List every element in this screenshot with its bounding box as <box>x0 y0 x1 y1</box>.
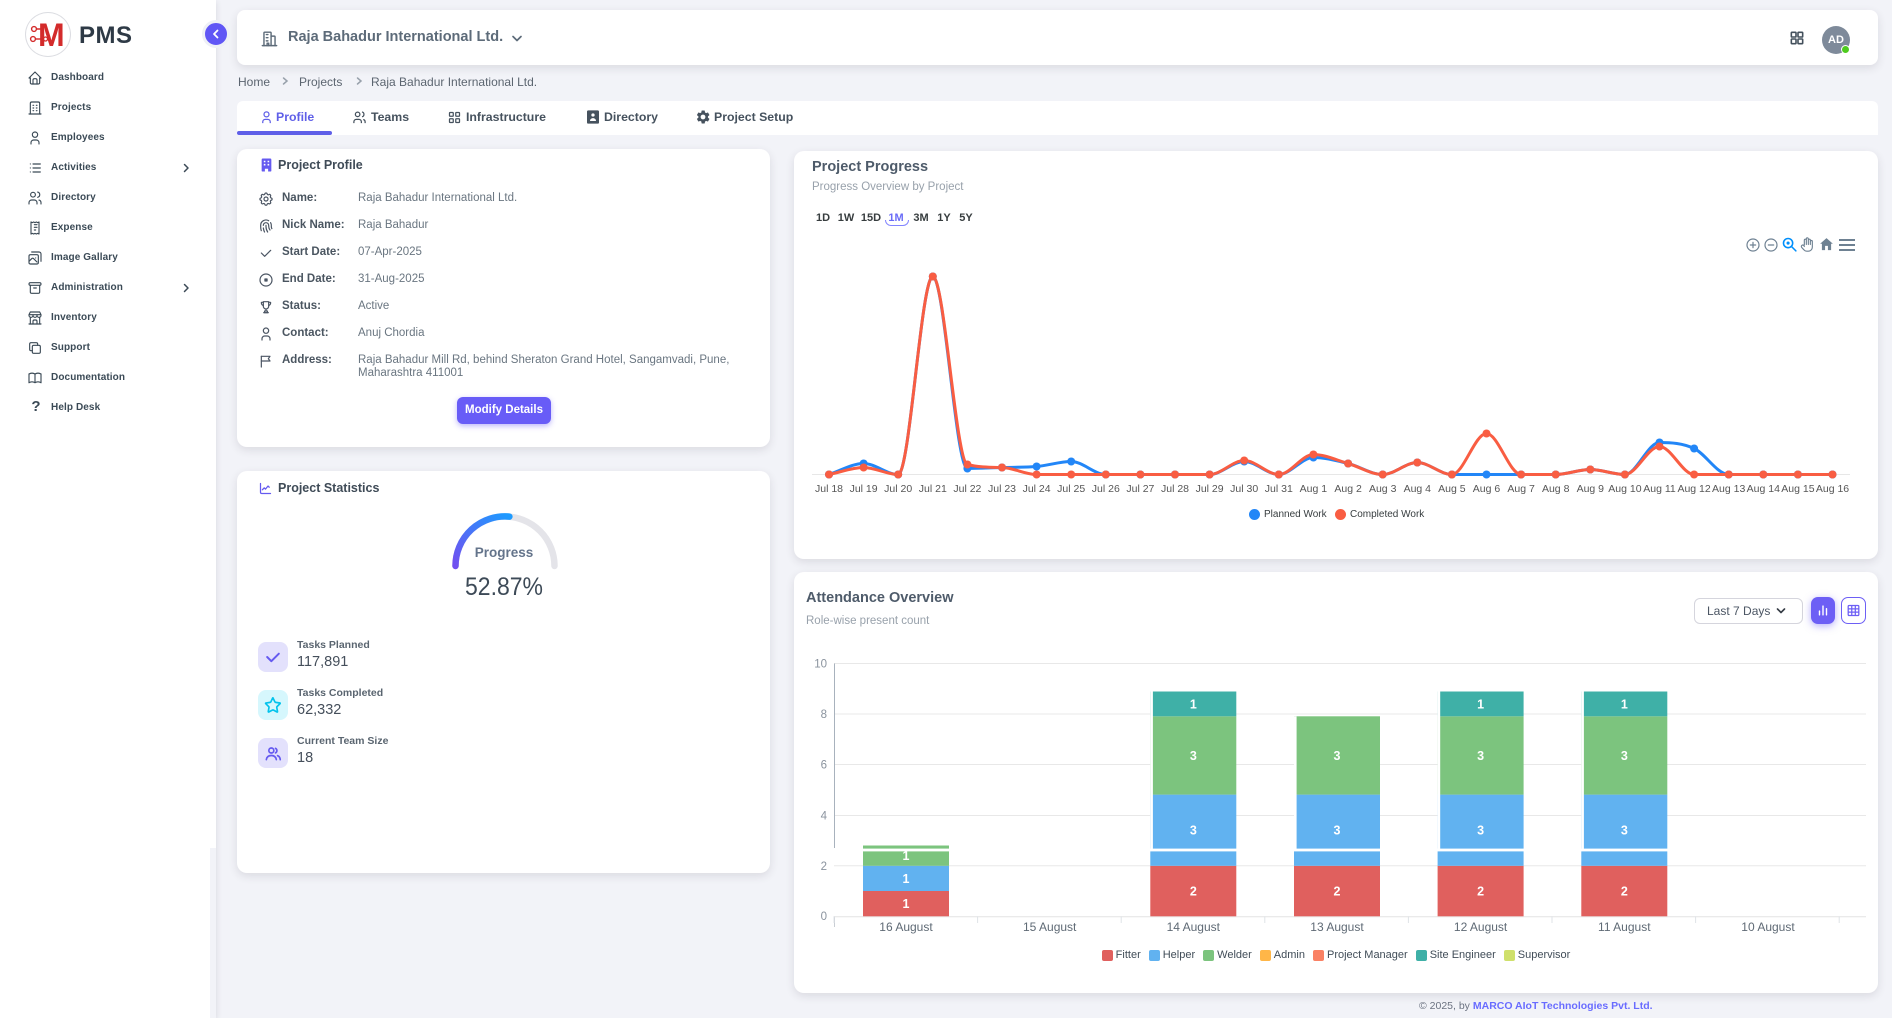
svg-text:16 August: 16 August <box>879 920 933 934</box>
svg-text:14 August: 14 August <box>1167 920 1221 934</box>
svg-text:3: 3 <box>1477 749 1484 763</box>
svg-text:3: 3 <box>1477 824 1484 838</box>
svg-text:13 August: 13 August <box>1310 920 1364 934</box>
svg-text:3: 3 <box>1621 749 1628 763</box>
svg-text:3: 3 <box>1190 824 1197 838</box>
svg-text:1: 1 <box>1621 697 1628 711</box>
svg-text:1: 1 <box>903 897 910 911</box>
svg-text:3: 3 <box>1190 749 1197 763</box>
svg-text:1: 1 <box>903 872 910 886</box>
svg-text:8: 8 <box>821 709 827 721</box>
svg-text:0: 0 <box>821 911 827 923</box>
svg-text:2: 2 <box>821 861 827 873</box>
svg-text:2: 2 <box>1477 885 1484 899</box>
svg-text:2: 2 <box>1190 885 1197 899</box>
svg-text:6: 6 <box>821 760 827 772</box>
svg-text:15 August: 15 August <box>1023 920 1077 934</box>
svg-text:2: 2 <box>1621 885 1628 899</box>
svg-text:2: 2 <box>1334 885 1341 899</box>
svg-text:3: 3 <box>1621 824 1628 838</box>
svg-text:3: 3 <box>1334 749 1341 763</box>
svg-text:11 August: 11 August <box>1598 920 1651 934</box>
svg-text:3: 3 <box>1334 824 1341 838</box>
svg-text:12 August: 12 August <box>1454 920 1508 934</box>
svg-text:4: 4 <box>821 811 828 823</box>
svg-text:10: 10 <box>814 659 827 671</box>
svg-text:1: 1 <box>1190 697 1197 711</box>
svg-text:1: 1 <box>1477 697 1484 711</box>
svg-text:10 August: 10 August <box>1741 920 1795 934</box>
